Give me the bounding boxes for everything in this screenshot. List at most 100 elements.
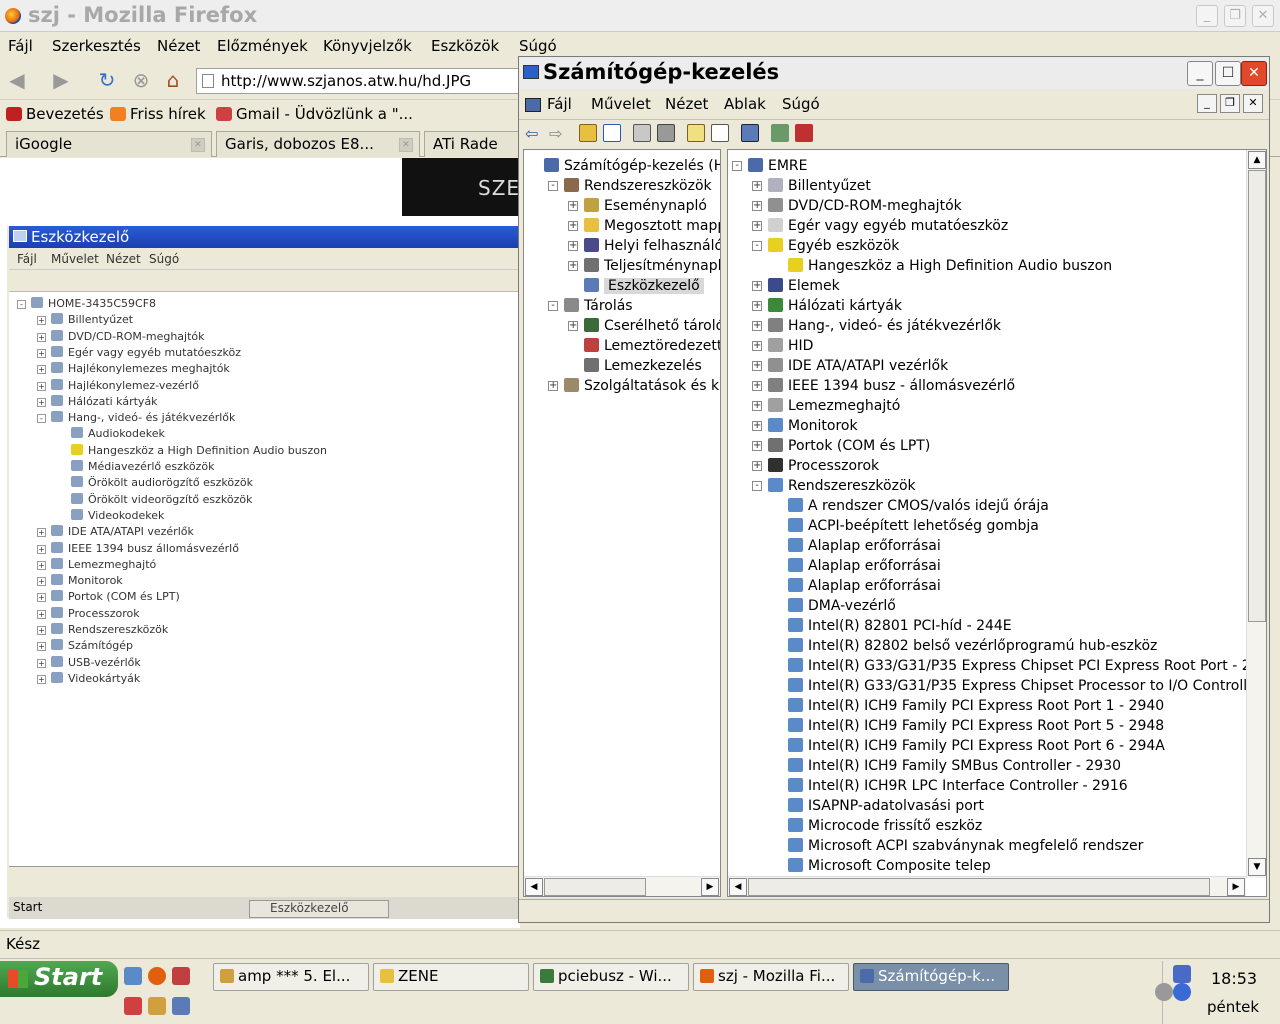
child-restore-button[interactable]: ❐ [1220, 94, 1240, 113]
tree-node[interactable]: Egyéb eszközök [768, 236, 899, 256]
expand-toggle-icon[interactable]: + [752, 341, 762, 351]
tree-node[interactable]: Intel(R) ICH9 Family PCI Express Root Po… [788, 736, 1165, 756]
taskbar-button[interactable]: Számítógép-k... [853, 963, 1009, 991]
stop-icon[interactable]: ⊗ [128, 68, 154, 94]
scroll-down-button[interactable]: ▼ [1248, 858, 1266, 876]
collapse-toggle-icon[interactable]: - [548, 181, 558, 191]
tree-node[interactable]: Billentyűzet [768, 176, 871, 196]
tree-node[interactable]: Microsoft Composite telep [788, 856, 991, 876]
start-button[interactable]: Start [0, 961, 118, 997]
scan-hardware-icon[interactable] [741, 124, 759, 142]
collapse-toggle-icon[interactable]: - [752, 481, 762, 491]
scroll-thumb[interactable] [1248, 170, 1266, 622]
mmc-minimize-button[interactable]: _ [1187, 61, 1213, 86]
expand-toggle-icon[interactable]: + [568, 321, 578, 331]
mmc-doc-icon[interactable] [525, 98, 541, 112]
tree-node[interactable]: ISAPNP-adatolvasási port [788, 796, 984, 816]
scroll-up-button[interactable]: ▲ [1248, 151, 1266, 169]
tree-node[interactable]: ACPI-beépített lehetőség gombja [788, 516, 1039, 536]
mmc-close-button[interactable]: ✕ [1241, 61, 1267, 86]
tree-node[interactable]: Cserélhető tároló [584, 316, 720, 336]
tree-node[interactable]: Monitorok [768, 416, 858, 436]
tree-node[interactable]: Lemezkezelés [584, 356, 702, 376]
taskbar-button[interactable]: szj - Mozilla Fi... [693, 963, 849, 991]
print-icon[interactable] [657, 124, 675, 142]
expand-toggle-icon[interactable]: + [568, 201, 578, 211]
scroll-left-button[interactable]: ◀ [729, 878, 747, 896]
taskbar-button[interactable]: ZENE [373, 963, 529, 991]
tree-node[interactable]: Alaplap erőforrásai [788, 536, 941, 556]
mmc-menu-view[interactable]: Nézet [665, 95, 708, 113]
right-horizontal-scrollbar[interactable]: ◀ ▶ [728, 876, 1246, 896]
tree-node[interactable]: DMA-vezérlő [788, 596, 896, 616]
expand-toggle-icon[interactable]: + [752, 301, 762, 311]
tree-node[interactable]: DVD/CD-ROM-meghajtók [768, 196, 962, 216]
help-icon[interactable] [687, 124, 705, 142]
taskbar-button[interactable]: amp *** 5. El... [213, 963, 369, 991]
expand-toggle-icon[interactable]: + [752, 461, 762, 471]
tree-node[interactable]: Portok (COM és LPT) [768, 436, 930, 456]
quicklaunch-app-icon[interactable] [172, 967, 190, 985]
tree-node[interactable]: IDE ATA/ATAPI vezérlők [768, 356, 948, 376]
tree-node[interactable]: EMRE [748, 156, 808, 176]
left-horizontal-scrollbar[interactable]: ◀ ▶ [524, 876, 720, 896]
expand-toggle-icon[interactable]: + [752, 421, 762, 431]
view-icon[interactable] [711, 124, 729, 142]
mmc-menu-help[interactable]: Súgó [782, 95, 820, 113]
collapse-toggle-icon[interactable]: - [752, 241, 762, 251]
tree-node[interactable]: Alaplap erőforrásai [788, 556, 941, 576]
quicklaunch-app4-icon[interactable] [172, 997, 190, 1015]
child-minimize-button[interactable]: _ [1197, 94, 1217, 113]
scroll-right-button[interactable]: ▶ [1227, 878, 1245, 896]
home-icon[interactable]: ⌂ [160, 68, 186, 94]
tree-node[interactable]: Rendszereszközök [564, 176, 712, 196]
menu-view[interactable]: Nézet [157, 37, 200, 55]
tree-node[interactable]: Szolgáltatások és kiszolg [564, 376, 720, 396]
tree-node[interactable]: IEEE 1394 busz - állomásvezérlő [768, 376, 1015, 396]
expand-toggle-icon[interactable]: + [752, 401, 762, 411]
tree-node[interactable]: Intel(R) ICH9 Family SMBus Controller - … [788, 756, 1121, 776]
expand-toggle-icon[interactable]: + [752, 281, 762, 291]
tree-node[interactable]: A rendszer CMOS/valós idejű órája [788, 496, 1049, 516]
tray-update-icon[interactable] [1173, 983, 1191, 1001]
tree-node[interactable]: Teljesítménynaplók é [584, 256, 720, 276]
bookmark-friss-hirek[interactable]: Friss hírek [110, 105, 206, 123]
forward-arrow-icon[interactable]: ▶ [48, 68, 74, 94]
tree-node[interactable]: Eszközkezelő [584, 276, 704, 296]
bookmark-gmail[interactable]: Gmail - Üdvözlünk a "... [216, 105, 413, 123]
expand-toggle-icon[interactable]: + [568, 241, 578, 251]
quicklaunch-ie-icon[interactable] [124, 967, 142, 985]
tray-network-icon[interactable] [1173, 965, 1191, 983]
tree-node[interactable]: Microcode frissítő eszköz [788, 816, 982, 836]
scroll-left-button[interactable]: ◀ [525, 878, 543, 896]
expand-toggle-icon[interactable]: + [752, 441, 762, 451]
expand-toggle-icon[interactable]: + [752, 181, 762, 191]
tab-igoogle[interactable]: iGoogle ✕ [6, 131, 212, 157]
show-tree-icon[interactable] [603, 124, 621, 142]
scroll-thumb[interactable] [748, 878, 1210, 896]
tree-node[interactable]: Processzorok [768, 456, 879, 476]
tree-node[interactable]: Hálózati kártyák [768, 296, 902, 316]
scroll-thumb[interactable] [544, 878, 646, 896]
tree-node[interactable]: Intel(R) ICH9 Family PCI Express Root Po… [788, 696, 1164, 716]
tree-node[interactable]: Intel(R) 82801 PCI-híd - 244E [788, 616, 1012, 636]
expand-toggle-icon[interactable]: + [752, 201, 762, 211]
tree-node[interactable]: Eseménynapló [584, 196, 707, 216]
quicklaunch-app2-icon[interactable] [124, 997, 142, 1015]
tree-node[interactable]: Intel(R) G33/G31/P35 Express Chipset Pro… [788, 676, 1266, 696]
mmc-menu-action[interactable]: Művelet [591, 95, 651, 113]
forward-arrow-icon[interactable]: ⇨ [549, 124, 567, 143]
expand-toggle-icon[interactable]: + [548, 381, 558, 391]
tree-node[interactable]: Alaplap erőforrásai [788, 576, 941, 596]
back-arrow-icon[interactable]: ⇦ [525, 124, 543, 143]
mmc-maximize-button[interactable]: ☐ [1215, 61, 1241, 86]
tree-node[interactable]: HID [768, 336, 813, 356]
back-arrow-icon[interactable]: ◀ [4, 68, 30, 94]
mmc-menu-file[interactable]: Fájl [547, 95, 572, 113]
tree-node[interactable]: Egér vagy egyéb mutatóeszköz [768, 216, 1008, 236]
tab-close-icon[interactable]: ✕ [191, 138, 205, 152]
menu-edit[interactable]: Szerkesztés [52, 37, 141, 55]
properties-icon[interactable] [633, 124, 651, 142]
tree-node[interactable]: Lemezmeghajtó [768, 396, 900, 416]
taskbar-button[interactable]: pciebusz - Wi... [533, 963, 689, 991]
